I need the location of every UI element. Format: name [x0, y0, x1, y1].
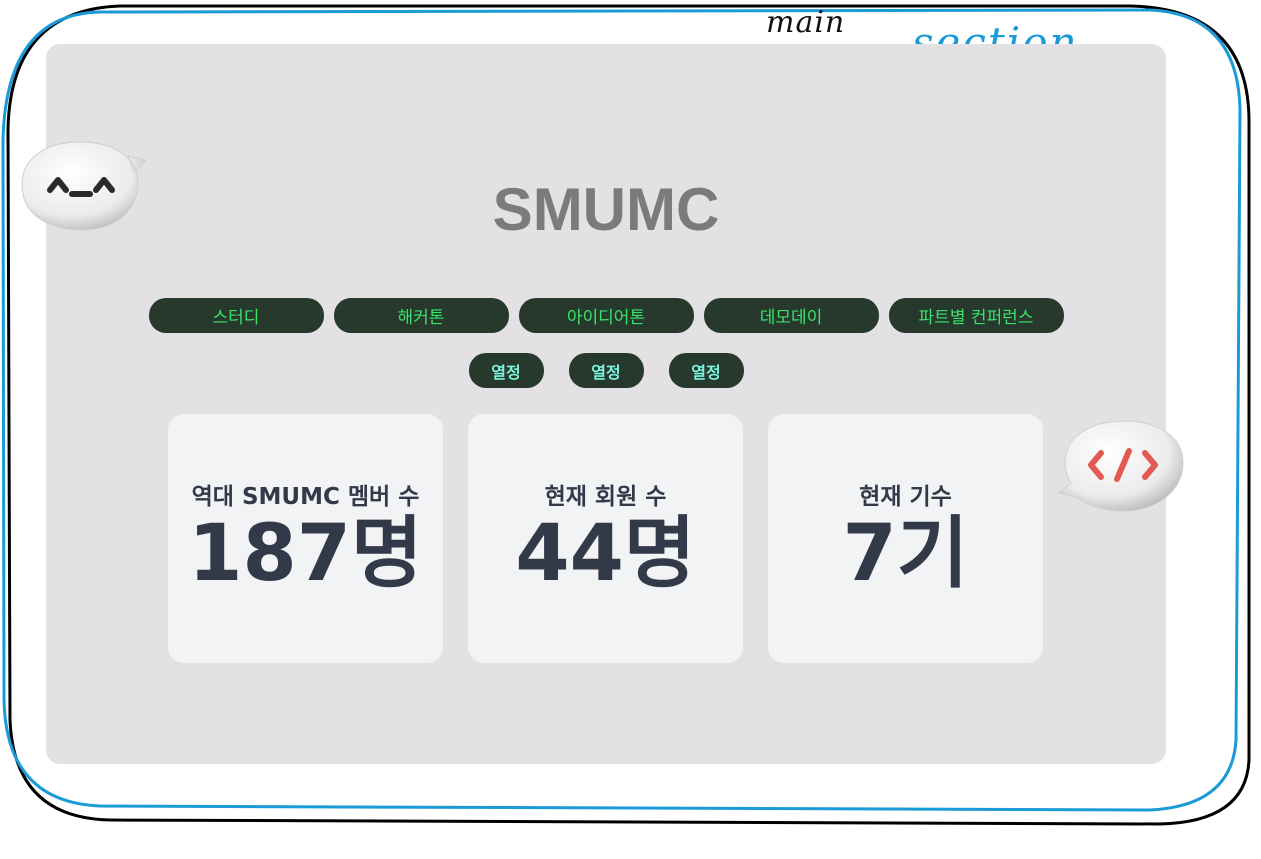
activity-button-part-conference[interactable]: 파트별 컨퍼런스: [888, 298, 1064, 333]
passion-tag[interactable]: 열정: [568, 353, 644, 388]
stat-card-total-members: 역대 SMUMC 멤버 수 187명: [168, 414, 443, 663]
passion-tag[interactable]: 열정: [468, 353, 544, 388]
stats-card-row: 역대 SMUMC 멤버 수 187명 현재 회원 수 44명 현재 기수 7기: [168, 414, 1043, 663]
stat-label: 역대 SMUMC 멤버 수: [191, 483, 420, 510]
activity-button-row: 스터디 해커톤 아이디어톤 데모데이 파트별 컨퍼런스: [46, 298, 1166, 333]
activity-button-demoday[interactable]: 데모데이: [703, 298, 879, 333]
stat-card-current-members: 현재 회원 수 44명: [468, 414, 743, 663]
activity-button-hackathon[interactable]: 해커톤: [333, 298, 509, 333]
passion-tag[interactable]: 열정: [668, 353, 744, 388]
main-container: main section SMUMC 스터디 해커톤 아이디어톤 데모데이 파트…: [0, 0, 1261, 859]
stat-label: 현재 기수: [859, 483, 952, 510]
activity-button-study[interactable]: 스터디: [148, 298, 324, 333]
page-title: SMUMC: [492, 176, 720, 243]
main-handwritten-label: main: [766, 5, 846, 40]
activity-button-ideathon[interactable]: 아이디어톤: [518, 298, 694, 333]
smiley-emoticon-bubble-icon: [20, 138, 148, 238]
code-tag-bubble-icon: [1057, 417, 1185, 515]
stat-label: 현재 회원 수: [544, 483, 667, 510]
stat-card-current-generation: 현재 기수 7기: [768, 414, 1043, 663]
stat-value: 7기: [842, 508, 969, 599]
passion-tag-row: 열정 열정 열정: [46, 353, 1166, 388]
stat-value: 44명: [515, 508, 696, 599]
stat-value: 187명: [188, 508, 423, 599]
